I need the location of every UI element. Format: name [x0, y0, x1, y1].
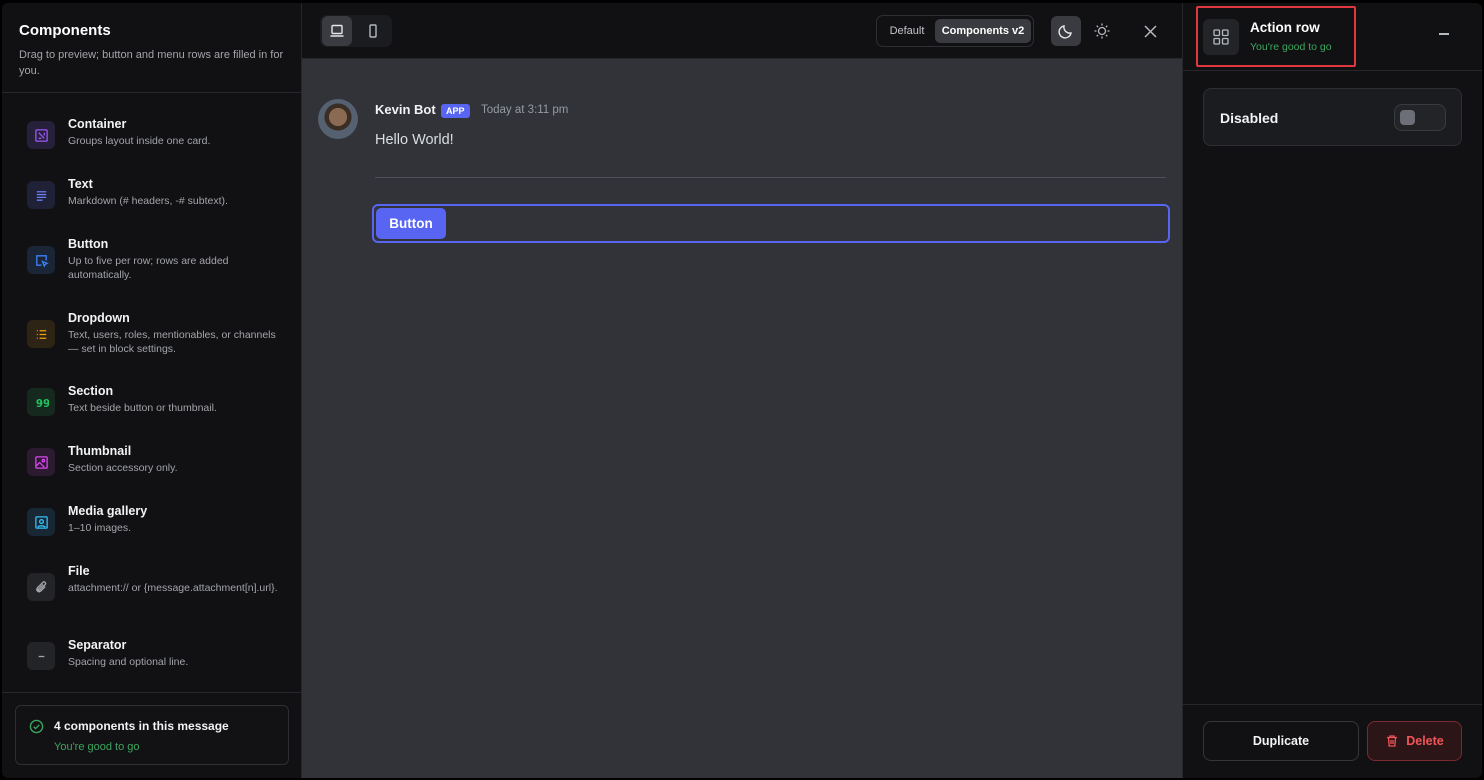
component-separator[interactable]: Separator Spacing and optional line.: [27, 638, 287, 670]
message-author[interactable]: Kevin Bot: [375, 102, 436, 117]
app-window: Components Drag to preview; button and m…: [2, 3, 1482, 778]
component-name: Container: [68, 117, 127, 131]
panel-footer: Duplicate Delete: [1183, 704, 1482, 778]
container-icon: [27, 121, 55, 149]
light-theme-button[interactable]: [1087, 16, 1117, 46]
component-desc: attachment:// or {message.attachment[n].…: [68, 582, 278, 594]
svg-text:99: 99: [35, 398, 48, 410]
component-desc: 1–10 images.: [68, 522, 132, 534]
component-media-gallery[interactable]: Media gallery 1–10 images.: [27, 504, 287, 536]
close-icon: [1143, 24, 1157, 38]
component-name: Media gallery: [68, 504, 148, 518]
text-lines-icon: [27, 181, 55, 209]
component-section[interactable]: 99 Section Text beside button or thumbna…: [27, 384, 287, 416]
preview-toolbar: Default Components v2: [302, 3, 1182, 59]
component-dropdown[interactable]: Dropdown Text, users, roles, mentionable…: [27, 311, 287, 356]
minus-icon: [27, 642, 55, 670]
panel-status: You're good to go: [1250, 41, 1332, 53]
message-timestamp: Today at 3:11 pm: [481, 104, 569, 116]
close-preview-button[interactable]: [1140, 21, 1160, 41]
action-row-selected[interactable]: Button: [372, 204, 1170, 243]
component-name: Thumbnail: [68, 444, 132, 458]
component-desc: Text beside button or thumbnail.: [68, 402, 217, 414]
component-name: Separator: [68, 638, 127, 652]
component-desc: Spacing and optional line.: [68, 656, 189, 668]
setting-label: Disabled: [1220, 110, 1279, 126]
moon-icon: [1058, 25, 1072, 39]
mobile-view-button[interactable]: [358, 16, 388, 46]
preview-area: Default Components v2 Kevin Bot APP Toda…: [302, 3, 1182, 778]
disabled-toggle[interactable]: [1394, 104, 1446, 131]
avatar[interactable]: [318, 99, 358, 139]
block-settings-panel: Action row You're good to go Disabled Du…: [1182, 3, 1482, 778]
sun-icon: [1094, 23, 1110, 39]
mode-components-v2-option[interactable]: Components v2: [935, 19, 1031, 43]
component-name: Dropdown: [68, 311, 130, 325]
component-name: Text: [68, 177, 93, 191]
paperclip-icon: [27, 573, 55, 601]
component-text[interactable]: Text Markdown (# headers, -# subtext).: [27, 177, 287, 209]
gallery-icon: [27, 508, 55, 536]
delete-label: Delete: [1406, 734, 1444, 748]
mode-default-option[interactable]: Default: [881, 19, 933, 43]
component-name: File: [68, 564, 90, 578]
message-button[interactable]: Button: [376, 208, 446, 239]
mode-switch: Default Components v2: [876, 15, 1034, 47]
sidebar-subtitle: Drag to preview; button and menu rows ar…: [19, 49, 284, 77]
components-sidebar: Components Drag to preview; button and m…: [2, 3, 302, 778]
component-desc: Markdown (# headers, -# subtext).: [68, 195, 228, 207]
list-icon: [27, 320, 55, 348]
separator-line: [375, 177, 1166, 178]
duplicate-button[interactable]: Duplicate: [1203, 721, 1359, 761]
quote-icon: 99: [27, 388, 55, 416]
disabled-setting: Disabled: [1203, 88, 1462, 146]
collapse-panel-button[interactable]: [1439, 33, 1449, 35]
component-desc: Up to five per row; rows are added autom…: [68, 255, 229, 281]
app-badge: APP: [441, 104, 470, 118]
message-content: Hello World!: [375, 132, 454, 148]
component-file[interactable]: File attachment:// or {message.attachmen…: [27, 564, 287, 601]
desktop-view-button[interactable]: [322, 16, 352, 46]
button-cursor-icon: [27, 246, 55, 274]
component-name: Button: [68, 237, 109, 251]
grid-icon: [1203, 19, 1239, 55]
summary-title: 4 components in this message: [54, 719, 229, 733]
component-desc: Section accessory only.: [68, 462, 178, 474]
component-desc: Groups layout inside one card.: [68, 135, 211, 147]
delete-button[interactable]: Delete: [1367, 721, 1462, 761]
toggle-knob: [1400, 110, 1415, 125]
component-name: Section: [68, 384, 114, 398]
component-thumbnail[interactable]: Thumbnail Section accessory only.: [27, 444, 287, 476]
trash-icon: [1387, 735, 1398, 747]
component-button[interactable]: Button Up to five per row; rows are adde…: [27, 237, 287, 282]
sidebar-header: Components Drag to preview; button and m…: [2, 3, 301, 93]
image-icon: [27, 448, 55, 476]
summary-status: You're good to go: [54, 741, 140, 753]
sidebar-footer: 4 components in this message You're good…: [2, 692, 301, 778]
sidebar-title: Components: [19, 22, 111, 39]
panel-header: Action row You're good to go: [1183, 3, 1482, 71]
dark-theme-button[interactable]: [1051, 16, 1081, 46]
phone-icon: [369, 24, 377, 38]
component-container[interactable]: Container Groups layout inside one card.: [27, 117, 287, 149]
laptop-icon: [330, 24, 344, 37]
component-desc: Text, users, roles, mentionables, or cha…: [68, 329, 276, 355]
check-circle-icon: [29, 719, 44, 734]
component-summary-card: 4 components in this message You're good…: [15, 705, 289, 765]
panel-title: Action row: [1250, 20, 1320, 35]
